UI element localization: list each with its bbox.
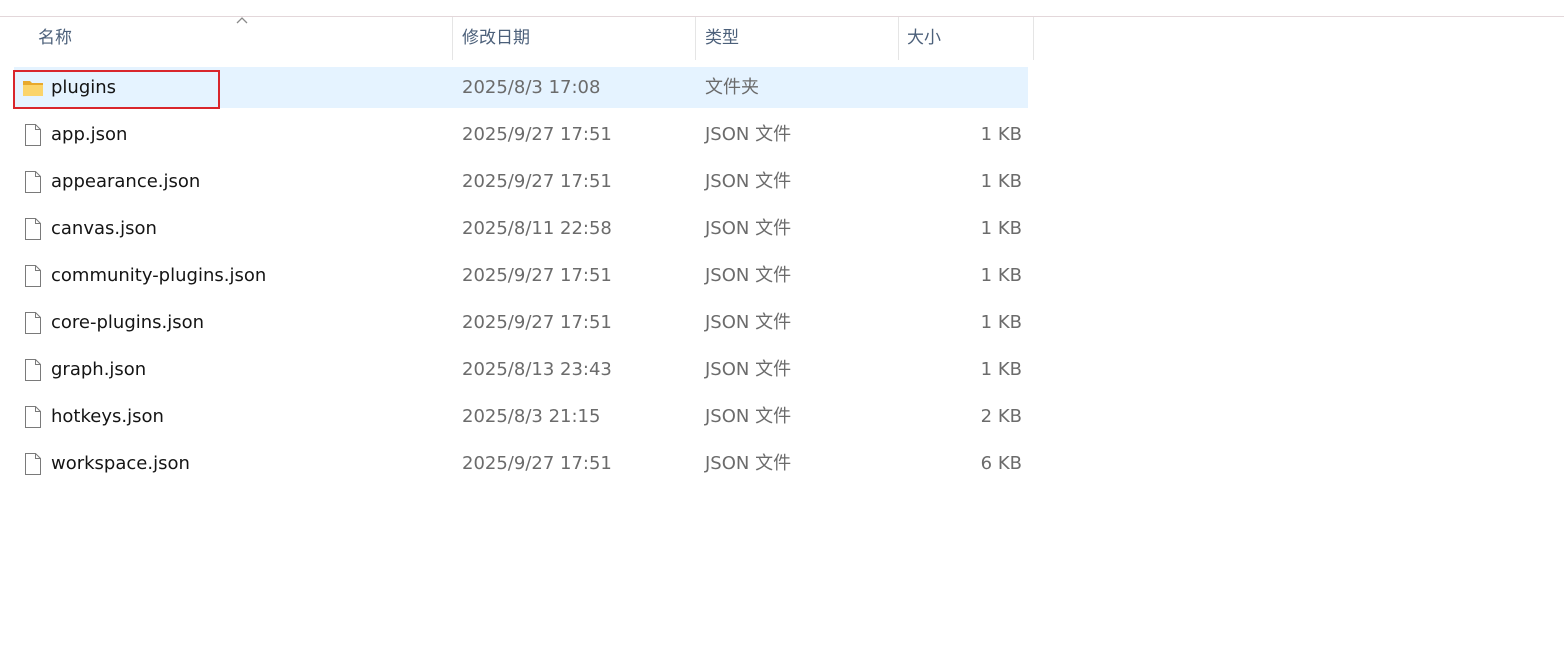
file-type: JSON 文件	[705, 265, 792, 286]
file-size: 1 KB	[980, 171, 1022, 192]
file-icon	[22, 358, 44, 382]
column-header-size[interactable]: 大小	[907, 17, 1033, 60]
file-row-plugins[interactable]: plugins 2025/8/3 17:08 文件夹	[14, 67, 1028, 108]
file-type: JSON 文件	[705, 218, 792, 239]
file-modified-date: 2025/9/27 17:51	[462, 453, 612, 474]
file-name: graph.json	[51, 359, 147, 380]
file-size: 1 KB	[980, 124, 1022, 145]
file-size: 1 KB	[980, 218, 1022, 239]
column-divider[interactable]	[452, 17, 453, 60]
file-type: JSON 文件	[705, 453, 792, 474]
file-size: 1 KB	[980, 265, 1022, 286]
file-type: JSON 文件	[705, 171, 792, 192]
column-divider[interactable]	[898, 17, 899, 60]
file-row-canvas-json[interactable]: canvas.json 2025/8/11 22:58 JSON 文件 1 KB	[14, 208, 1028, 249]
file-name: hotkeys.json	[51, 406, 164, 427]
file-name: plugins	[51, 77, 117, 98]
file-name: canvas.json	[51, 218, 157, 239]
file-icon	[22, 264, 44, 288]
file-name: core-plugins.json	[51, 312, 205, 333]
file-modified-date: 2025/9/27 17:51	[462, 171, 612, 192]
file-size: 1 KB	[980, 359, 1022, 380]
folder-icon	[22, 76, 44, 100]
column-header-name[interactable]: 名称	[38, 17, 452, 60]
file-modified-date: 2025/9/27 17:51	[462, 265, 612, 286]
file-type: 文件夹	[705, 77, 759, 98]
file-icon	[22, 311, 44, 335]
file-modified-date: 2025/8/3 21:15	[462, 406, 601, 427]
file-row-community-plugins-json[interactable]: community-plugins.json 2025/9/27 17:51 J…	[14, 255, 1028, 296]
column-header-type[interactable]: 类型	[705, 17, 898, 60]
file-row-core-plugins-json[interactable]: core-plugins.json 2025/9/27 17:51 JSON 文…	[14, 302, 1028, 343]
file-row-appearance-json[interactable]: appearance.json 2025/9/27 17:51 JSON 文件 …	[14, 161, 1028, 202]
file-row-workspace-json[interactable]: workspace.json 2025/9/27 17:51 JSON 文件 6…	[14, 443, 1028, 484]
file-size: 2 KB	[980, 406, 1022, 427]
file-size: 6 KB	[980, 453, 1022, 474]
file-type: JSON 文件	[705, 312, 792, 333]
file-icon	[22, 170, 44, 194]
file-name: appearance.json	[51, 171, 201, 192]
file-modified-date: 2025/9/27 17:51	[462, 124, 612, 145]
file-modified-date: 2025/8/13 23:43	[462, 359, 612, 380]
file-name: workspace.json	[51, 453, 190, 474]
file-row-app-json[interactable]: app.json 2025/9/27 17:51 JSON 文件 1 KB	[14, 114, 1028, 155]
file-row-hotkeys-json[interactable]: hotkeys.json 2025/8/3 21:15 JSON 文件 2 KB	[14, 396, 1028, 437]
file-name: community-plugins.json	[51, 265, 267, 286]
file-row-graph-json[interactable]: graph.json 2025/8/13 23:43 JSON 文件 1 KB	[14, 349, 1028, 390]
column-header-modified[interactable]: 修改日期	[462, 17, 695, 60]
file-type: JSON 文件	[705, 359, 792, 380]
file-size: 1 KB	[980, 312, 1022, 333]
file-modified-date: 2025/9/27 17:51	[462, 312, 612, 333]
file-icon	[22, 217, 44, 241]
column-divider[interactable]	[695, 17, 696, 60]
file-type: JSON 文件	[705, 124, 792, 145]
column-header-row: 名称 修改日期 类型 大小	[0, 17, 1034, 60]
file-modified-date: 2025/8/11 22:58	[462, 218, 612, 239]
file-icon	[22, 452, 44, 476]
file-icon	[22, 405, 44, 429]
column-divider[interactable]	[1033, 17, 1034, 60]
file-type: JSON 文件	[705, 406, 792, 427]
file-modified-date: 2025/8/3 17:08	[462, 77, 601, 98]
file-name: app.json	[51, 124, 128, 145]
file-icon	[22, 123, 44, 147]
